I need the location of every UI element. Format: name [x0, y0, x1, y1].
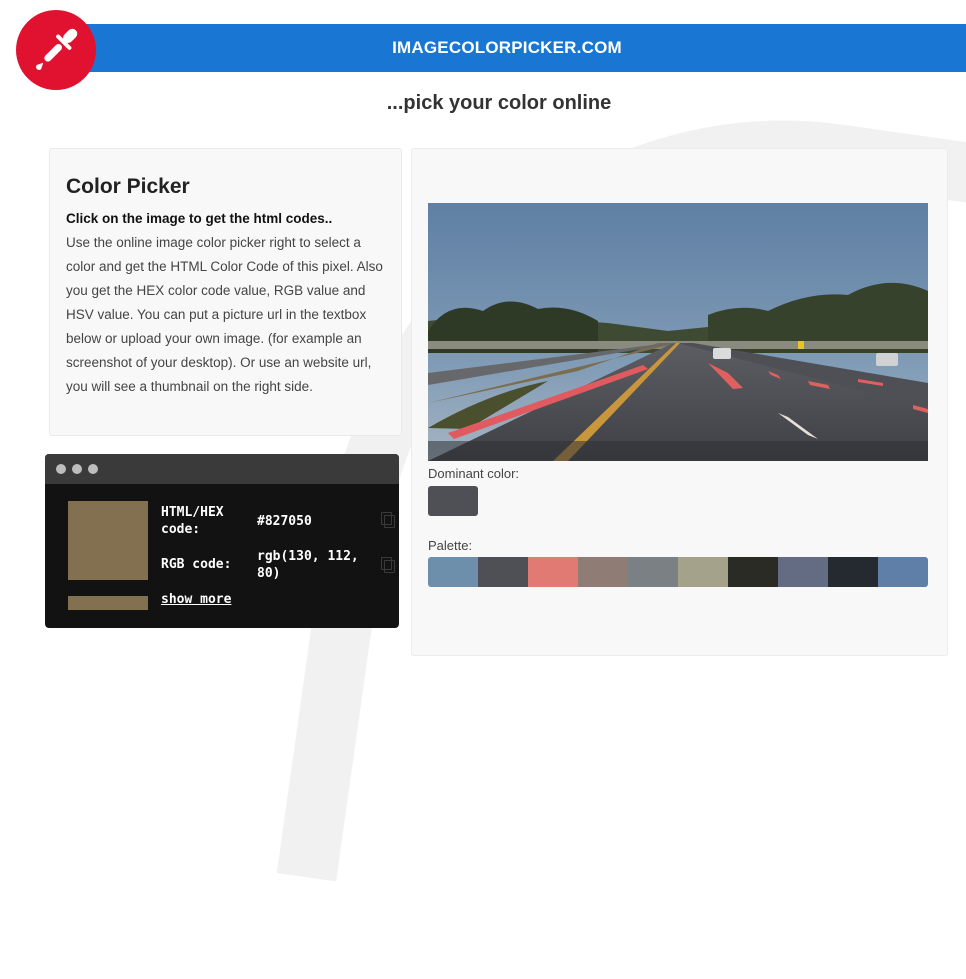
window-dot-icon: [88, 464, 98, 474]
rgb-value[interactable]: rgb(130, 112, 80): [257, 548, 375, 582]
palette-swatch[interactable]: [678, 557, 728, 587]
copy-rgb-icon[interactable]: [381, 557, 395, 573]
palette-swatch[interactable]: [878, 557, 928, 587]
top-banner[interactable]: IMAGECOLORPICKER.COM: [48, 24, 966, 72]
palette-swatch[interactable]: [428, 557, 478, 587]
intro-card: Color Picker Click on the image to get t…: [49, 148, 402, 436]
rgb-label: RGB code:: [161, 557, 232, 572]
window-dot-icon: [72, 464, 82, 474]
palette-swatch[interactable]: [578, 557, 628, 587]
road-photo[interactable]: [428, 203, 928, 461]
color-result-window: HTML/HEX code: #827050 RGB code: rgb(130…: [45, 454, 399, 628]
palette-swatch[interactable]: [628, 557, 678, 587]
hex-value[interactable]: #827050: [257, 513, 312, 530]
window-titlebar: [45, 454, 399, 484]
palette-swatch[interactable]: [528, 557, 578, 587]
picked-color-swatch: [68, 501, 148, 580]
dominant-color-label: Dominant color:: [428, 466, 520, 481]
site-title[interactable]: IMAGECOLORPICKER.COM: [392, 38, 622, 58]
hex-label: HTML/HEX code:: [161, 505, 224, 537]
palette-strip: [428, 557, 928, 587]
palette-label: Palette:: [428, 538, 473, 553]
card-lead: Click on the image to get the html codes…: [66, 211, 333, 226]
card-description: Use the online image color picker right …: [66, 235, 383, 394]
eyedropper-logo-icon[interactable]: [16, 10, 96, 90]
tagline: ...pick your color online: [386, 92, 612, 114]
show-more-link[interactable]: show more: [161, 592, 231, 607]
image-panel: Dominant color: Palette:: [411, 148, 948, 656]
dominant-color-swatch[interactable]: [428, 486, 478, 516]
picked-color-bar: [68, 596, 148, 610]
palette-swatch[interactable]: [778, 557, 828, 587]
palette-swatch[interactable]: [828, 557, 878, 587]
palette-swatch[interactable]: [478, 557, 528, 587]
card-heading: Color Picker: [66, 175, 190, 198]
window-dot-icon: [56, 464, 66, 474]
copy-hex-icon[interactable]: [381, 512, 395, 528]
palette-swatch[interactable]: [728, 557, 778, 587]
